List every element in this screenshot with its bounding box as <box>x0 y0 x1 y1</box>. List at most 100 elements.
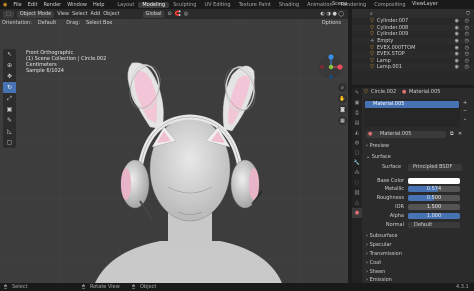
mesh-icon: ▽ <box>370 44 374 51</box>
3d-viewport[interactable]: ↖ ⊕ ✥ ↻ ⤢ ▣ ✎ ◺ ▢ Front Orthographic (1)… <box>0 19 348 283</box>
ior-field[interactable]: 1.500 <box>408 204 460 210</box>
outliner-item[interactable]: ✛ Empty ◉ ◷ <box>352 37 474 45</box>
pivot-icon[interactable]: ⊙ <box>167 11 171 18</box>
world-tab-icon[interactable]: ◍ <box>352 138 362 148</box>
visibility-icon[interactable]: ◉ ◷ <box>455 45 471 51</box>
physics-tab-icon[interactable]: ◌ <box>352 178 362 188</box>
metallic-slider[interactable]: 0.574 <box>408 186 460 192</box>
outliner-item[interactable]: ▽ Lamp.001 ◉ ◷ <box>352 64 474 71</box>
data-tab-icon[interactable]: △ <box>352 198 362 208</box>
menu-render[interactable]: Render <box>40 2 64 8</box>
menu-edit[interactable]: Edit <box>25 2 41 8</box>
menu-object[interactable]: Object <box>103 11 119 18</box>
add-cube-icon[interactable]: ▢ <box>3 137 16 148</box>
menu-select[interactable]: Select <box>72 11 87 18</box>
visibility-icon[interactable]: ◉ ◷ <box>455 25 471 31</box>
menu-window[interactable]: Window <box>64 2 90 8</box>
scale-tool-icon[interactable]: ⤢ <box>3 93 16 104</box>
material-selector[interactable]: Material.005 <box>366 131 446 138</box>
outliner-item[interactable]: ▽ EVEX.000TTOM ◉ ◷ <box>352 44 474 51</box>
tab-shading[interactable]: Shading <box>275 2 303 8</box>
roughness-slider[interactable]: 0.500 <box>408 195 460 201</box>
view-layer-tab-icon[interactable]: ▤ <box>352 118 362 128</box>
particles-tab-icon[interactable]: ⁂ <box>352 168 362 178</box>
tab-compositing[interactable]: Compositing <box>370 2 409 8</box>
tab-texture-paint[interactable]: Texture Paint <box>235 2 275 8</box>
menu-file[interactable]: File <box>10 2 24 8</box>
snap-icon[interactable]: 🧲 <box>175 11 181 18</box>
proportional-edit-icon[interactable]: ◎ <box>184 11 188 18</box>
transform-tool-icon[interactable]: ▣ <box>3 104 16 115</box>
cursor-tool-icon[interactable]: ↖ <box>3 49 16 60</box>
outliner-item[interactable]: ▽ Cylinder.009 ◉ ◷ <box>352 31 474 38</box>
surface-shader-selector[interactable]: Principled BSDF <box>408 164 462 171</box>
visibility-icon[interactable]: ◉ ◷ <box>455 18 471 24</box>
tool-tab-icon[interactable]: ✎ <box>352 88 362 98</box>
modifier-tab-icon[interactable]: 🔧 <box>352 158 362 168</box>
remove-slot-icon[interactable]: − <box>463 108 467 115</box>
outliner-search-icon[interactable]: ⌕ <box>370 11 373 17</box>
add-slot-icon[interactable]: + <box>463 100 467 107</box>
filter-icon[interactable]: ⛉ <box>466 11 470 17</box>
menu-help[interactable]: Help <box>90 2 107 8</box>
base-color-swatch[interactable] <box>408 178 460 184</box>
pan-hand-icon[interactable]: ✋ <box>338 94 347 103</box>
rotate-tool-icon[interactable]: ↻ <box>3 82 16 93</box>
orientation-dropdown[interactable]: Default <box>34 20 60 27</box>
panel-subsurface[interactable]: › Subsurface <box>366 233 398 239</box>
duplicate-material-icon[interactable]: ⧉ <box>450 131 454 138</box>
tab-modeling[interactable]: Modeling <box>138 1 170 8</box>
panel-preview[interactable]: › Preview <box>366 143 389 149</box>
panel-surface[interactable]: ⌄ Surface <box>366 154 391 160</box>
visibility-icon[interactable]: ◉ ◷ <box>455 31 471 37</box>
panel-transmission[interactable]: › Transmission <box>366 251 402 257</box>
material-tab-icon[interactable]: ● <box>352 208 362 218</box>
tab-uv-editing[interactable]: UV Editing <box>200 2 234 8</box>
scene-tab-icon[interactable]: ◭ <box>352 128 362 138</box>
mode-selector[interactable]: Object Mode <box>16 10 55 18</box>
alpha-slider[interactable]: 1.000 <box>408 213 460 219</box>
shading-modes-icon[interactable]: ◐ ◑ ● ◯ <box>321 11 348 18</box>
drag-dropdown[interactable]: Select Box <box>83 20 116 27</box>
zoom-icon[interactable]: ⌕ <box>338 83 347 92</box>
options-dropdown[interactable]: Options <box>318 20 344 27</box>
tab-layout[interactable]: Layout <box>113 2 138 8</box>
menu-add[interactable]: Add <box>91 11 101 18</box>
blender-logo-icon[interactable]: ◉ <box>0 2 10 8</box>
slot-menu-icon[interactable]: ⌄ <box>463 116 467 123</box>
visibility-icon[interactable]: ◉ ◷ <box>455 38 471 44</box>
outliner-item[interactable]: ▽ Cylinder.008 ◉ ◷ <box>352 24 474 32</box>
render-tab-icon[interactable]: ▣ <box>352 98 362 108</box>
panel-coat[interactable]: › Coat <box>366 260 381 266</box>
editor-type-icon[interactable]: ⬚ <box>3 10 14 18</box>
normal-input[interactable]: Default <box>408 222 460 228</box>
visibility-icon[interactable]: ◉ ◷ <box>455 58 471 64</box>
material-header-name: Material.005 <box>409 89 441 95</box>
panel-sheen[interactable]: › Sheen <box>366 269 385 275</box>
scene-selector[interactable]: Scene <box>332 1 347 8</box>
navigation-gizmo[interactable] <box>318 53 344 81</box>
tab-sculpting[interactable]: Sculpting <box>169 2 200 8</box>
material-browse-icon[interactable]: ● <box>368 131 372 138</box>
camera-view-icon[interactable]: ◙ <box>338 105 347 114</box>
move-tool-icon[interactable]: ✥ <box>3 71 16 82</box>
object-tab-icon[interactable]: ▢ <box>352 148 362 158</box>
menu-view[interactable]: View <box>57 11 69 18</box>
unlink-material-icon[interactable]: ✕ <box>458 131 462 138</box>
visibility-icon[interactable]: ◉ ◷ <box>455 51 471 57</box>
outliner-item[interactable]: ▽ Cylinder.007 ◉ ◷ <box>352 18 474 25</box>
cursor-3d-icon[interactable]: ⊕ <box>3 60 16 71</box>
measure-tool-icon[interactable]: ◺ <box>3 126 16 137</box>
transform-orientation[interactable]: Global <box>142 10 165 18</box>
viewlayer-selector[interactable]: ViewLayer <box>412 1 438 8</box>
visibility-icon[interactable]: ◉ ◷ <box>455 64 471 70</box>
material-slot-item[interactable]: Material.005 <box>365 101 459 108</box>
ortho-grid-icon[interactable]: ▦ <box>338 116 347 125</box>
panel-specular[interactable]: › Specular <box>366 242 391 248</box>
chevron-right-icon: › <box>366 269 368 275</box>
annotate-tool-icon[interactable]: ✎ <box>3 115 16 126</box>
outliner-item[interactable]: ▽ Lamp ◉ ◷ <box>352 58 474 65</box>
output-tab-icon[interactable]: ⎙ <box>352 108 362 118</box>
constraints-tab-icon[interactable]: ⛓ <box>352 188 362 198</box>
outliner-item[interactable]: ▽ EVEX.STOP ◉ ◷ <box>352 50 474 58</box>
